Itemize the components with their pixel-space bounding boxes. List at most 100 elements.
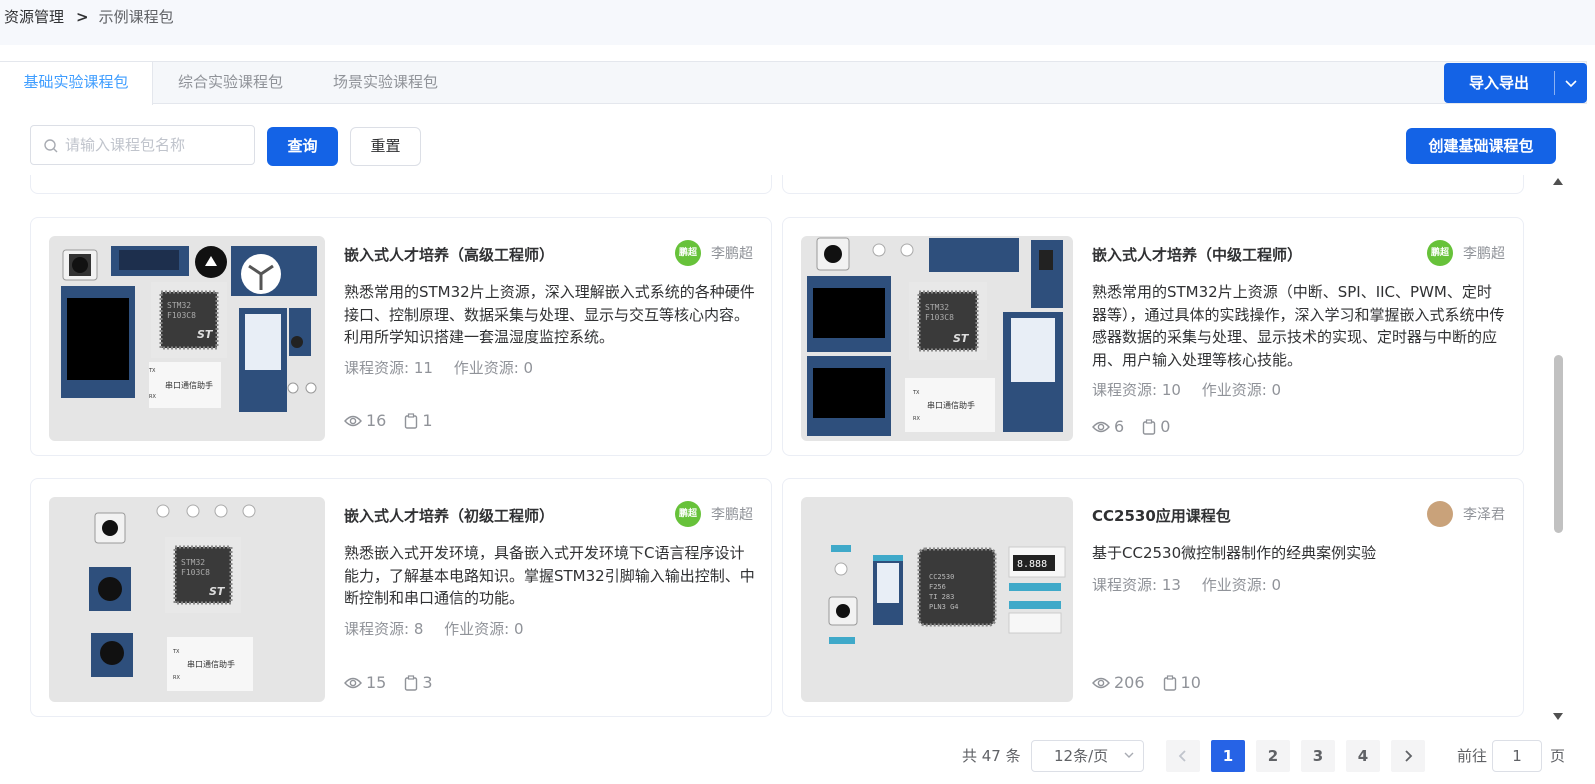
circuit-board-image: CC2530 F256 TI 283 PLN3 G4 8.888	[828, 545, 1066, 644]
view-count: 6	[1114, 417, 1125, 436]
chip-text: STM32	[181, 558, 205, 567]
tx-label: TX	[148, 368, 156, 374]
course-card[interactable]: STM32 F103C8 ST 串口通信助手 TX RX 嵌入式人才培养（中级工…	[782, 217, 1524, 456]
query-button[interactable]: 查询	[267, 127, 338, 166]
course-resource-count: 课程资源: 11	[344, 359, 433, 377]
course-thumbnail: STM32 F103C8 ST 串口通信助手 TX RX	[801, 236, 1073, 441]
task-count: 1	[422, 411, 433, 430]
eye-icon	[1092, 421, 1110, 432]
task-count: 0	[1160, 417, 1171, 436]
card-list[interactable]: 292 6 148 9 STM32 F103C8 ST	[0, 175, 1551, 727]
course-thumbnail: STM32 F103C8 ST 串口通信助手 TX RX	[49, 497, 325, 702]
chevron-down-icon	[1124, 752, 1134, 758]
card-title[interactable]: 嵌入式人才培养（初级工程师）	[344, 505, 554, 526]
pagination-total: 共 47 条	[962, 747, 1021, 765]
serial-label: 串口通信助手	[927, 400, 975, 410]
goto-label: 前往	[1457, 747, 1488, 765]
circuit-board-image: STM32 F103C8 ST 串口通信助手 TX RX	[807, 237, 1063, 436]
clipboard-icon	[1142, 418, 1156, 435]
breadcrumb-root[interactable]: 资源管理	[4, 8, 64, 26]
chip-logo: ST	[953, 332, 970, 345]
search-box	[30, 125, 255, 165]
card-description: 熟悉常用的STM32片上资源，深入理解嵌入式系统的各种硬件接口、控制原理、数据采…	[344, 283, 755, 346]
tab-bar: 基础实验课程包 综合实验课程包 场景实验课程包	[0, 61, 1587, 105]
course-thumbnail: STM32 F103C8 ST 串口通信助手 TX RX	[49, 236, 325, 441]
card-author: 鹏超 李鹏超	[675, 240, 753, 266]
card-title[interactable]: 嵌入式人才培养（中级工程师）	[1092, 244, 1302, 265]
card-author: 鹏超 李鹏超	[675, 501, 753, 527]
segment-display-text: 8.888	[1017, 559, 1047, 570]
course-card[interactable]: 292 6	[30, 175, 772, 194]
chip-logo: ST	[197, 328, 214, 341]
card-description: 熟悉嵌入式开发环境，具备嵌入式开发环境下C语言程序设计能力，了解基本电路知识。掌…	[344, 544, 755, 607]
rx-label: RX	[913, 416, 920, 422]
card-stats: 6 0	[1092, 417, 1188, 436]
chip-logo: ST	[209, 585, 226, 598]
page-button-3[interactable]: 3	[1301, 740, 1335, 772]
tab-scenario[interactable]: 场景实验课程包	[308, 62, 463, 104]
page-size-select[interactable]: 12条/页	[1031, 740, 1144, 772]
course-card[interactable]: 148 9	[782, 175, 1524, 194]
search-icon	[44, 139, 58, 153]
scroll-down-icon[interactable]	[1553, 713, 1563, 721]
tx-label: TX	[912, 390, 920, 396]
serial-label: 串口通信助手	[187, 659, 235, 669]
scroll-up-icon[interactable]	[1553, 177, 1563, 185]
next-page-button[interactable]	[1391, 740, 1425, 772]
scrollbar[interactable]	[1551, 175, 1565, 727]
goto-suffix: 页	[1550, 747, 1566, 765]
chip-text: PLN3 G4	[929, 603, 959, 611]
view-count: 206	[1114, 673, 1145, 692]
card-description: 基于CC2530微控制器制作的经典案例实验	[1092, 544, 1377, 562]
reset-button[interactable]: 重置	[350, 127, 421, 166]
task-count: 10	[1180, 673, 1201, 692]
page-size-value: 12条/页	[1054, 747, 1109, 765]
import-export-label: 导入导出	[1468, 74, 1529, 92]
page-button-1[interactable]: 1	[1211, 740, 1245, 772]
scrollbar-thumb[interactable]	[1554, 355, 1563, 533]
chevron-right-icon	[1405, 750, 1413, 762]
import-export-button[interactable]: 导入导出	[1444, 63, 1587, 103]
avatar: 鹏超	[1427, 240, 1453, 266]
create-course-package-button[interactable]: 创建基础课程包	[1406, 128, 1556, 164]
chip-text: F103C8	[167, 311, 196, 320]
course-card[interactable]: CC2530 F256 TI 283 PLN3 G4 8.888 CC2530应…	[782, 478, 1524, 717]
card-resources: 课程资源: 11 作业资源: 0	[344, 357, 549, 378]
circuit-board-image: STM32 F103C8 ST 串口通信助手 TX RX	[61, 246, 317, 412]
card-title[interactable]: CC2530应用课程包	[1092, 505, 1231, 526]
rx-label: RX	[173, 675, 180, 681]
homework-resource-count: 作业资源: 0	[453, 359, 534, 377]
card-resources: 课程资源: 10 作业资源: 0	[1092, 379, 1297, 400]
clipboard-icon	[1163, 674, 1176, 691]
chip-text: F103C8	[925, 313, 954, 322]
tx-label: TX	[172, 649, 180, 655]
prev-page-button[interactable]	[1166, 740, 1200, 772]
clipboard-icon	[405, 412, 418, 429]
homework-resource-count: 作业资源: 0	[444, 620, 524, 638]
chip-text: TI 283	[929, 593, 954, 601]
course-resource-count: 课程资源: 8	[344, 620, 424, 638]
tab-basic[interactable]: 基础实验课程包	[0, 62, 153, 105]
author-name: 李鹏超	[711, 507, 753, 523]
circuit-board-image: STM32 F103C8 ST 串口通信助手 TX RX	[89, 504, 256, 691]
page-button-4[interactable]: 4	[1346, 740, 1380, 772]
chip-text: CC2530	[929, 573, 954, 581]
card-author: 鹏超 李鹏超	[1427, 240, 1505, 266]
view-count: 16	[366, 411, 387, 430]
breadcrumb-current: 示例课程包	[98, 8, 174, 26]
view-count: 15	[366, 673, 387, 692]
rx-label: RX	[149, 394, 156, 400]
search-input[interactable]	[65, 134, 245, 156]
chevron-down-icon[interactable]	[1563, 75, 1579, 91]
course-card[interactable]: STM32 F103C8 ST 串口通信助手 TX RX 嵌入式人才培养（高级工…	[30, 217, 772, 456]
avatar: 鹏超	[675, 240, 701, 266]
card-title[interactable]: 嵌入式人才培养（高级工程师）	[344, 244, 554, 265]
page-button-2[interactable]: 2	[1256, 740, 1290, 772]
serial-label: 串口通信助手	[165, 380, 213, 390]
goto-page-input[interactable]: 1	[1492, 740, 1542, 772]
tab-comprehensive[interactable]: 综合实验课程包	[153, 62, 308, 104]
course-card[interactable]: STM32 F103C8 ST 串口通信助手 TX RX 嵌入式人才培养（初级工…	[30, 478, 772, 717]
card-resources: 课程资源: 8 作业资源: 0	[344, 618, 540, 639]
eye-icon	[344, 415, 362, 426]
avatar: 鹏超	[675, 501, 701, 527]
